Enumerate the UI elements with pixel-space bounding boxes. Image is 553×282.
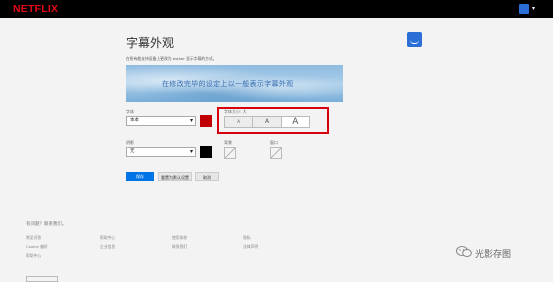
annotation-highlight-box (217, 107, 329, 134)
window-color-swatch[interactable] (270, 147, 282, 159)
top-navbar: NETFLIX ▾ (0, 0, 553, 18)
shadow-color-swatch[interactable] (200, 146, 212, 158)
footer-contact-question[interactable]: 有问题？联系我们。 (26, 221, 67, 227)
page-title: 字幕外观 (126, 36, 175, 50)
window-label: 窗口 (270, 140, 278, 145)
preview-subtitle-text: 在修改完毕的设定上以一般表示字幕外观 (162, 80, 294, 88)
footer-link[interactable]: 联系我们 (172, 244, 187, 250)
page-description: 在所有能支持设备上更改为 esther 显示字幕的方式。 (126, 56, 217, 61)
chevron-down-icon: ▾ (189, 117, 193, 124)
profile-caret-icon[interactable]: ▾ (532, 5, 535, 12)
subtitle-preview: 在修改完毕的设定上以一般表示字幕外观 (126, 65, 343, 102)
save-button[interactable]: 保存 (126, 172, 154, 181)
footer-link[interactable]: 企业信息 (100, 244, 115, 250)
language-select[interactable] (26, 276, 58, 282)
footer-link[interactable]: 帮助中心 (100, 235, 115, 241)
background-color-swatch[interactable] (224, 147, 236, 159)
font-color-swatch[interactable] (200, 115, 212, 127)
footer-link[interactable]: 常见问答 (26, 235, 41, 241)
profile-avatar-icon[interactable] (519, 4, 529, 14)
font-label: 字体 (126, 109, 134, 114)
watermark-text: 光影存图 (475, 250, 512, 260)
footer-link[interactable]: Cookie 偏好 (26, 244, 48, 250)
wechat-icon (456, 246, 472, 257)
shadow-select-value: 无 (130, 149, 135, 154)
chevron-down-icon: ▾ (189, 148, 193, 155)
shadow-select[interactable]: 无 ▾ (126, 147, 196, 157)
netflix-logo[interactable]: NETFLIX (13, 3, 58, 15)
font-select[interactable]: 本本 ▾ (126, 116, 196, 126)
footer-link[interactable]: 隐私 (243, 235, 251, 241)
footer-link[interactable]: 帮助中心 (26, 253, 41, 259)
footer-link[interactable]: 法律声明 (243, 244, 258, 250)
footer-link[interactable]: 使用条款 (172, 235, 187, 241)
reset-button[interactable]: 重置为默认设置 (158, 172, 192, 181)
background-label: 背景 (224, 140, 232, 145)
profile-avatar-icon (407, 32, 422, 47)
font-select-value: 本本 (130, 118, 139, 123)
shadow-label: 阴影 (126, 140, 134, 145)
cancel-button[interactable]: 取消 (195, 172, 219, 181)
